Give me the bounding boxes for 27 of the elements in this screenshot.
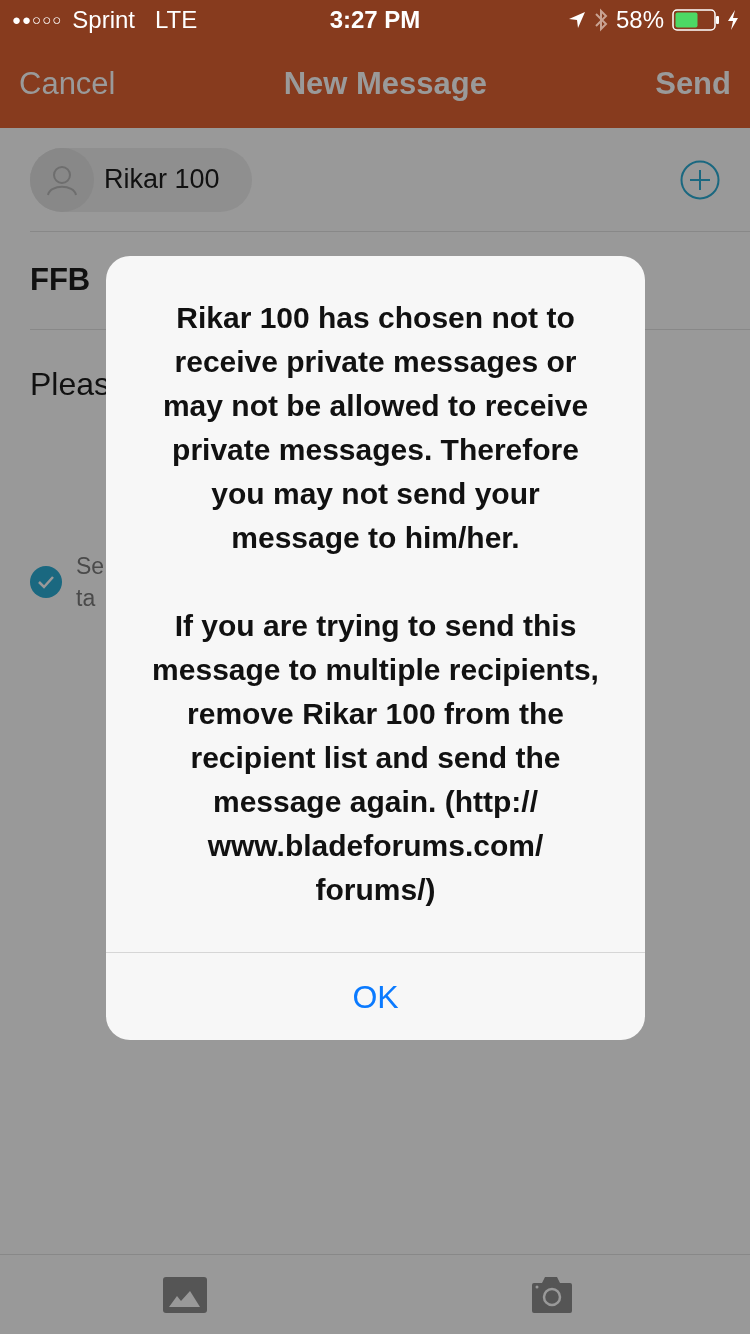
recipient-name: Rikar 100	[104, 163, 220, 197]
alert-message: If you are trying to send this message to multiple recipients, remove Rikar 100 from the recipient list and send the message again. (http:// www.bladeforums.com/ forums/)	[151, 608, 600, 908]
cancel-button[interactable]: Cancel	[19, 60, 116, 108]
check-icon	[37, 575, 55, 589]
send-button[interactable]: Send	[655, 60, 731, 108]
signal-strength: ●●○○○	[12, 9, 63, 30]
ok-button[interactable]: OK	[106, 952, 645, 1040]
network-type: LTE	[155, 5, 198, 35]
add-icon[interactable]	[680, 159, 720, 200]
charging-icon	[728, 10, 738, 30]
subject-text: FFB	[30, 261, 91, 300]
battery-percent: 58%	[615, 5, 664, 35]
message-body: Pleas	[30, 366, 111, 402]
person-icon	[46, 163, 78, 196]
recipient-chip[interactable]: Rikar 100	[30, 147, 252, 212]
option-checkbox[interactable]	[30, 566, 62, 598]
bluetooth-icon	[593, 8, 608, 32]
location-icon	[567, 11, 586, 29]
carrier-name: Sprint	[72, 5, 135, 35]
option-label: Se	[76, 552, 105, 581]
battery-icon	[672, 9, 720, 31]
status-time: 3:27 PM	[329, 5, 421, 35]
option-label: ta	[76, 584, 97, 613]
screen-title: New Message	[283, 64, 487, 103]
alert-message: Rikar 100 has chosen not to receive private messages or may not be allowed to receive private messages. Therefore you may not send your message to him/her.	[161, 300, 590, 556]
camera-icon[interactable]	[531, 1276, 572, 1313]
image-icon[interactable]	[162, 1276, 207, 1313]
